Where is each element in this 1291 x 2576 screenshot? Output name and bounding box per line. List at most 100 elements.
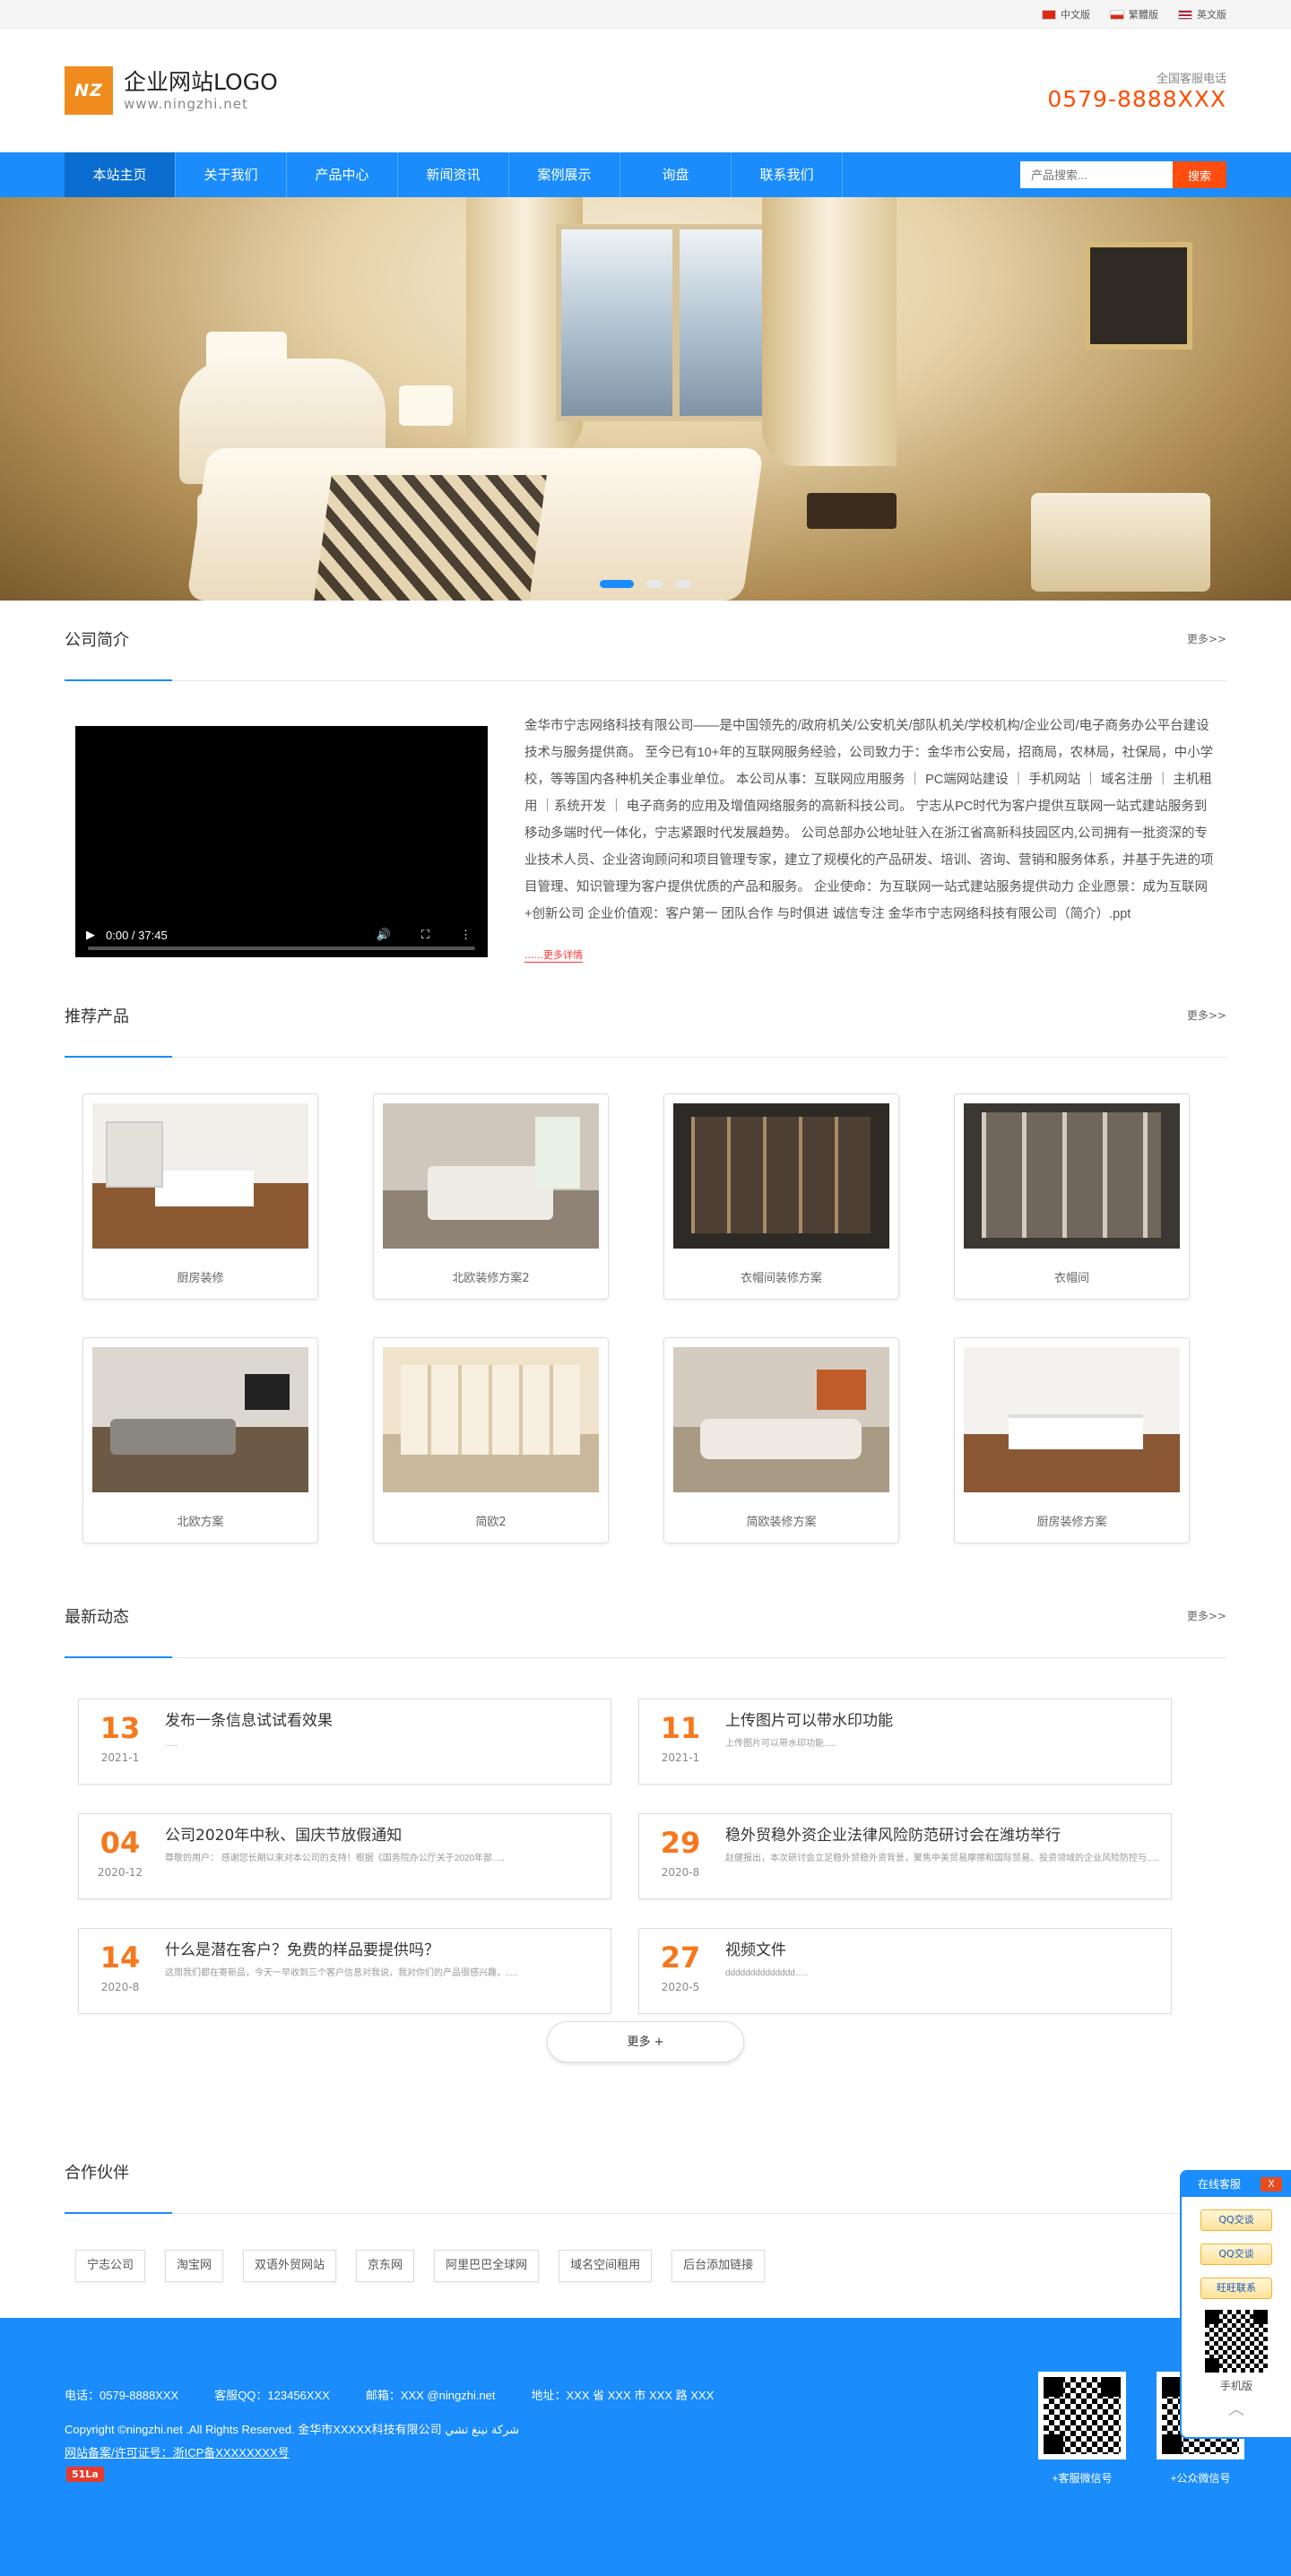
news-date: 13 2021-1	[79, 1699, 161, 1784]
title-underline	[65, 2212, 172, 2214]
lang-en-link[interactable]: 英文版	[1178, 7, 1226, 22]
nav-item-news[interactable]: 新闻资讯	[398, 152, 509, 197]
news-item[interactable]: 13 2021-1 发布一条信息试试看效果.....	[78, 1699, 611, 1785]
partner-link[interactable]: 域名空间租用	[559, 2250, 653, 2282]
news-summary: 尊敬的用户： 感谢您长期以来对本公司的支持！根据《国务院办公厅关于2020年部.…	[165, 1854, 505, 1863]
more-options-icon[interactable]: ⋮	[460, 928, 472, 942]
nav-item-inquiry[interactable]: 询盘	[620, 152, 732, 197]
about-more-link[interactable]: 更多>>	[1187, 631, 1226, 646]
video-player[interactable]: ▶ 0:00 / 37:45 🔊 ⛶ ⋮	[75, 726, 488, 957]
product-image[interactable]	[92, 1347, 308, 1492]
qr-caption: +公众微信号	[1170, 2472, 1231, 2485]
back-to-top-icon[interactable]: ︿	[1182, 2397, 1291, 2420]
search-button[interactable]: 搜索	[1173, 161, 1226, 188]
footer-icp-link[interactable]: 网站备案/许可证号：浙ICP备XXXXXXXX号	[65, 2443, 290, 2460]
stats-badge[interactable]: 51La	[66, 2467, 104, 2482]
news-title[interactable]: 公司2020年中秋、国庆节放假通知	[165, 1825, 601, 1846]
product-image[interactable]	[964, 1347, 1180, 1492]
product-name[interactable]: 衣帽间装修方案	[673, 1268, 889, 1285]
video-progress-bar[interactable]	[88, 947, 475, 950]
wangwang-contact-button[interactable]: 旺旺联系	[1200, 2278, 1272, 2299]
banner-tray	[807, 493, 897, 529]
hero-banner[interactable]	[0, 197, 1291, 601]
qr-caption: +客服微信号	[1052, 2472, 1113, 2485]
partner-link[interactable]: 后台添加链接	[671, 2250, 766, 2282]
banner-window	[556, 224, 780, 421]
close-icon[interactable]: X	[1261, 2177, 1282, 2191]
about-read-more-link[interactable]: ......更多详情	[524, 947, 583, 963]
news-year-month: 2020-12	[97, 1866, 143, 1879]
product-card[interactable]: 北欧方案	[82, 1337, 318, 1543]
news-day: 11	[660, 1711, 701, 1745]
news-item[interactable]: 11 2021-1 上传图片可以带水印功能 上传图片可以带水印功能.....	[638, 1699, 1172, 1785]
partner-link[interactable]: 阿里巴巴全球网	[434, 2250, 540, 2282]
qq-chat-button[interactable]: QQ交谈	[1200, 2243, 1272, 2265]
news-title[interactable]: 发布一条信息试试看效果	[165, 1710, 601, 1732]
news-item[interactable]: 29 2020-8 稳外贸稳外资企业法律风险防范研讨会在潍坊举行 赵健报出，本次研讨会…	[638, 1813, 1172, 1899]
partner-link[interactable]: 京东网	[356, 2250, 415, 2282]
product-name[interactable]: 北欧装修方案2	[383, 1268, 599, 1285]
product-card[interactable]: 简欧2	[373, 1337, 609, 1543]
about-section: 公司简介 更多>> ▶ 0:00 / 37:45 🔊 ⛶ ⋮ 金华市宁志网络科技…	[65, 601, 1226, 977]
play-icon[interactable]: ▶	[86, 928, 95, 942]
product-name[interactable]: 北欧方案	[92, 1512, 308, 1529]
product-card[interactable]: 简欧装修方案	[663, 1337, 899, 1543]
product-card[interactable]: 厨房装修方案	[954, 1337, 1190, 1543]
lang-zh-link[interactable]: 中文版	[1042, 7, 1090, 22]
product-image[interactable]	[964, 1103, 1180, 1249]
taiwan-flag-icon	[1110, 9, 1124, 20]
news-title[interactable]: 上传图片可以带水印功能	[725, 1710, 1161, 1732]
product-image[interactable]	[92, 1103, 308, 1249]
carousel-dot[interactable]	[675, 580, 691, 588]
partner-link[interactable]: 淘宝网	[165, 2250, 224, 2282]
product-name[interactable]: 简欧2	[383, 1512, 599, 1529]
product-image[interactable]	[673, 1103, 889, 1249]
news-more-button[interactable]: 更多 +	[547, 2021, 744, 2062]
nav-item-products[interactable]: 产品中心	[287, 152, 398, 197]
products-more-link[interactable]: 更多>>	[1187, 1007, 1226, 1023]
news-item[interactable]: 04 2020-12 公司2020年中秋、国庆节放假通知 尊敬的用户： 感谢您长期以来…	[78, 1813, 611, 1899]
nav-item-cases[interactable]: 案例展示	[509, 152, 620, 197]
fullscreen-icon[interactable]: ⛶	[421, 928, 429, 942]
product-name[interactable]: 衣帽间	[964, 1268, 1180, 1285]
product-name[interactable]: 厨房装修	[92, 1268, 308, 1285]
news-title[interactable]: 视频文件	[725, 1940, 1161, 1961]
lang-tw-link[interactable]: 繁體版	[1110, 7, 1158, 22]
wechat-service-qr	[1038, 2372, 1126, 2459]
partner-link[interactable]: 双语外贸网站	[243, 2250, 337, 2282]
partner-link[interactable]: 宁志公司	[75, 2250, 146, 2282]
search-input[interactable]	[1020, 161, 1173, 188]
product-image[interactable]	[383, 1103, 599, 1249]
news-title[interactable]: 稳外贸稳外资企业法律风险防范研讨会在潍坊举行	[725, 1825, 1161, 1846]
footer-email: 邮箱：XXX @ningzhi.net	[365, 2389, 496, 2402]
carousel-dot[interactable]	[646, 580, 663, 588]
product-card[interactable]: 北欧装修方案2	[373, 1094, 609, 1300]
service-panel-title: 在线客服	[1198, 2178, 1242, 2191]
footer-copyright: Copyright ©ningzhi.net .All Rights Reser…	[65, 2423, 520, 2436]
section-header: 公司简介 更多>>	[65, 601, 1226, 681]
nav-item-home[interactable]: 本站主页	[65, 152, 176, 197]
qq-chat-button[interactable]: QQ交谈	[1200, 2209, 1272, 2231]
site-logo[interactable]: NZ 企业网站LOGO www.ningzhi.net	[65, 66, 278, 115]
news-section: 最新动态 更多>> 13 2021-1 发布一条信息试试看效果..... 11 202…	[65, 1578, 1226, 2133]
china-flag-icon	[1042, 9, 1056, 20]
product-image[interactable]	[383, 1347, 599, 1492]
nav-item-contact[interactable]: 联系我们	[732, 152, 843, 197]
news-item[interactable]: 14 2020-8 什么是潜在客户？免费的样品要提供吗？ 这周我们都在寄新品，今天一早…	[78, 1928, 611, 2014]
carousel-dot-active[interactable]	[600, 580, 634, 588]
product-card[interactable]: 衣帽间	[954, 1094, 1190, 1300]
news-title[interactable]: 什么是潜在客户？免费的样品要提供吗？	[165, 1940, 601, 1961]
nav-item-about[interactable]: 关于我们	[176, 152, 287, 197]
product-name[interactable]: 厨房装修方案	[964, 1512, 1180, 1529]
product-name[interactable]: 简欧装修方案	[673, 1512, 889, 1529]
product-card[interactable]: 厨房装修	[82, 1094, 318, 1300]
news-day: 29	[660, 1826, 701, 1860]
product-image[interactable]	[673, 1347, 889, 1492]
news-more-link[interactable]: 更多>>	[1187, 1608, 1226, 1623]
volume-icon[interactable]: 🔊	[377, 928, 391, 942]
products-section: 推荐产品 更多>> 厨房装修 北欧装修方案2 衣帽间装修方案 衣帽间 北欧方案 …	[65, 977, 1226, 1578]
news-summary: 上传图片可以带水印功能.....	[725, 1739, 836, 1749]
product-card[interactable]: 衣帽间装修方案	[663, 1094, 899, 1300]
partner-list: 宁志公司 淘宝网 双语外贸网站 京东网 阿里巴巴全球网 域名空间租用 后台添加链…	[65, 2214, 1226, 2282]
news-item[interactable]: 27 2020-5 视频文件 dddddddddddddd.....	[638, 1928, 1172, 2014]
